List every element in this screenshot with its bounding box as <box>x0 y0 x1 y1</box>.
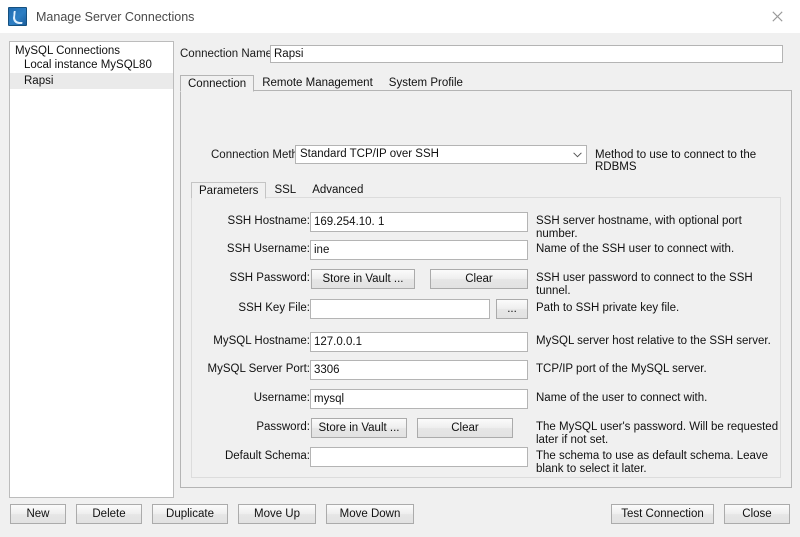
ssh-username-input[interactable] <box>310 240 528 260</box>
connection-method-value: Standard TCP/IP over SSH <box>300 148 439 160</box>
duplicate-button[interactable]: Duplicate <box>152 504 228 524</box>
ssh-hostname-help: SSH server hostname, with optional port … <box>536 215 742 240</box>
row-username: Username: Name of the user to connect wi… <box>192 389 782 411</box>
ssh-key-file-label: SSH Key File: <box>238 302 310 314</box>
username-help: Name of the user to connect with. <box>536 392 708 404</box>
connection-tab-panel: Connection Method: Standard TCP/IP over … <box>180 90 792 488</box>
mysql-server-port-input[interactable] <box>310 360 528 380</box>
close-button[interactable] <box>755 0 800 32</box>
chevron-down-icon <box>573 146 582 163</box>
ssh-username-label: SSH Username: <box>226 243 310 255</box>
password-help: The MySQL user's password. Will be reque… <box>536 421 779 446</box>
connection-tabs[interactable]: Connection Remote Management System Prof… <box>180 73 792 92</box>
ssh-key-file-browse-button[interactable]: ... <box>496 299 528 319</box>
username-input[interactable] <box>310 389 528 409</box>
tab-parameters[interactable]: Parameters <box>191 182 267 199</box>
default-schema-input[interactable] <box>310 447 528 467</box>
mysql-workbench-icon <box>8 7 27 26</box>
parameters-panel: SSH Hostname: SSH server hostname, with … <box>191 197 781 478</box>
test-connection-button[interactable]: Test Connection <box>611 504 714 524</box>
row-ssh-hostname: SSH Hostname: SSH server hostname, with … <box>192 212 782 240</box>
dialog-body: MySQL Connections Local instance MySQL80… <box>0 33 800 537</box>
row-ssh-password: SSH Password: Store in Vault ... Clear S… <box>192 269 782 297</box>
tab-advanced[interactable]: Advanced <box>304 181 371 198</box>
ssh-hostname-label: SSH Hostname: <box>227 215 310 227</box>
password-store-in-vault-button[interactable]: Store in Vault ... <box>311 418 407 438</box>
row-default-schema: Default Schema: The schema to use as def… <box>192 447 782 475</box>
mysql-server-port-help: TCP/IP port of the MySQL server. <box>536 363 707 375</box>
row-ssh-username: SSH Username: Name of the SSH user to co… <box>192 240 782 262</box>
row-password: Password: Store in Vault ... Clear The M… <box>192 418 782 446</box>
new-button[interactable]: New <box>10 504 66 524</box>
ssh-username-help: Name of the SSH user to connect with. <box>536 243 735 255</box>
mysql-hostname-label: MySQL Hostname: <box>213 335 310 347</box>
move-down-button[interactable]: Move Down <box>326 504 414 524</box>
parameters-tabs[interactable]: Parameters SSL Advanced <box>191 180 781 199</box>
username-label: Username: <box>253 392 310 404</box>
connection-method-help: Method to use to connect to the RDBMS <box>595 149 757 173</box>
tab-ssl[interactable]: SSL <box>266 181 304 198</box>
ssh-password-clear-button[interactable]: Clear <box>430 269 528 289</box>
mysql-hostname-help: MySQL server host relative to the SSH se… <box>536 335 771 347</box>
ssh-hostname-input[interactable] <box>310 212 528 232</box>
password-clear-button[interactable]: Clear <box>417 418 513 438</box>
tab-system-profile[interactable]: System Profile <box>381 74 471 91</box>
connection-method-select[interactable]: Standard TCP/IP over SSH <box>295 145 587 164</box>
connection-name-input[interactable] <box>270 45 783 63</box>
ssh-key-file-input[interactable] <box>310 299 490 319</box>
row-mysql-server-port: MySQL Server Port: TCP/IP port of the My… <box>192 360 782 382</box>
ssh-key-file-help: Path to SSH private key file. <box>536 302 680 314</box>
list-item-local-instance[interactable]: Local instance MySQL80 <box>10 57 173 73</box>
ssh-password-store-in-vault-button[interactable]: Store in Vault ... <box>311 269 415 289</box>
window-titlebar: Manage Server Connections <box>0 0 800 34</box>
connection-editor-pane: Connection Name: Connection Remote Manag… <box>180 41 792 496</box>
mysql-hostname-input[interactable] <box>310 332 528 352</box>
connection-name-label: Connection Name: <box>180 48 276 60</box>
tab-connection[interactable]: Connection <box>180 75 255 92</box>
move-up-button[interactable]: Move Up <box>238 504 316 524</box>
connection-name-row: Connection Name: <box>180 45 792 65</box>
ssh-password-label: SSH Password: <box>229 272 310 284</box>
ssh-password-help: SSH user password to connect to the SSH … <box>536 272 753 297</box>
password-label: Password: <box>256 421 310 433</box>
mysql-server-port-label: MySQL Server Port: <box>207 363 310 375</box>
close-dialog-button[interactable]: Close <box>724 504 790 524</box>
connections-group-label: MySQL Connections <box>15 45 121 57</box>
default-schema-label: Default Schema: <box>224 450 310 462</box>
tab-remote-management[interactable]: Remote Management <box>254 74 381 91</box>
dialog-footer: New Delete Duplicate Move Up Move Down T… <box>0 504 800 537</box>
row-mysql-hostname: MySQL Hostname: MySQL server host relati… <box>192 332 782 354</box>
window-title: Manage Server Connections <box>36 9 195 24</box>
row-ssh-key-file: SSH Key File: ... Path to SSH private ke… <box>192 299 782 321</box>
default-schema-help: The schema to use as default schema. Lea… <box>536 450 769 475</box>
delete-button[interactable]: Delete <box>76 504 142 524</box>
close-icon <box>772 10 783 22</box>
list-item-rapsi[interactable]: Rapsi <box>10 73 173 89</box>
